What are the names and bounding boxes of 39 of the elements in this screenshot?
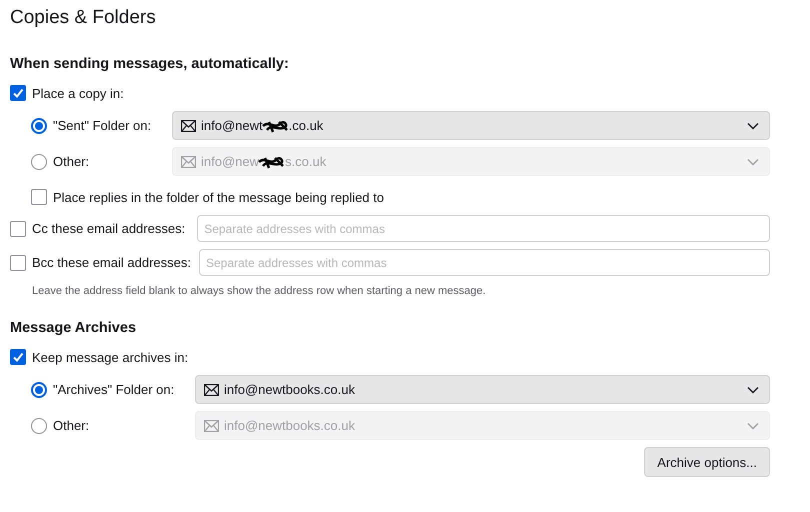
folder-dropdown[interactable]: info@newtbooks.co.uk [195, 375, 770, 404]
section-heading: When sending messages, automatically: [10, 55, 290, 74]
checkbox[interactable] [31, 189, 47, 205]
checkbox[interactable] [10, 254, 26, 270]
checkbox-label: Place replies in the folder of the message being replied to [53, 190, 384, 204]
chevron-down-icon [747, 158, 759, 166]
chevron-down-icon [747, 422, 759, 430]
checkbox[interactable] [10, 349, 26, 365]
chevron-down-icon [747, 386, 759, 394]
hint-text: Leave the address field blank to always show the address row when starting a new message. [32, 284, 487, 298]
checkbox[interactable] [10, 85, 26, 101]
radio-button[interactable] [31, 118, 47, 134]
checkbox-label: Place a copy in: [32, 86, 124, 100]
checkbox-label: Cc these email addresses: [32, 221, 186, 236]
email-address: info@newtbooks.co.uk [224, 382, 355, 397]
radio-button[interactable] [31, 382, 47, 398]
chevron-down-icon [747, 122, 759, 130]
checkbox[interactable] [10, 220, 26, 236]
envelope-icon [204, 420, 219, 432]
email-address: info@newtbooks.co.uk [224, 418, 355, 433]
email-address: info@new [201, 154, 260, 169]
page-title: Copies & Folders [10, 6, 157, 30]
envelope-icon [181, 120, 196, 132]
radio-label: Other: [53, 418, 90, 433]
address-field[interactable]: Separate addresses with commas [197, 215, 770, 242]
archive-options-button[interactable]: Archive options... [644, 447, 770, 477]
envelope-icon [181, 156, 196, 168]
section-heading: Message Archives [10, 319, 138, 338]
email-address: s.co.uk [285, 154, 326, 169]
email-address: .co.uk [288, 118, 324, 133]
checkbox-label: Bcc these email addresses: [32, 255, 191, 270]
envelope-icon [204, 384, 219, 396]
email-address: info@newt [201, 118, 263, 133]
radio-label: "Archives" Folder on: [53, 382, 174, 397]
radio-label: Other: [53, 154, 90, 169]
folder-dropdown[interactable]: info@newt .co.uk [172, 111, 770, 140]
address-field[interactable]: Separate addresses with commas [198, 249, 770, 276]
checkbox-label: Keep message archives in: [32, 350, 188, 364]
radio-label: "Sent" Folder on: [53, 118, 152, 133]
